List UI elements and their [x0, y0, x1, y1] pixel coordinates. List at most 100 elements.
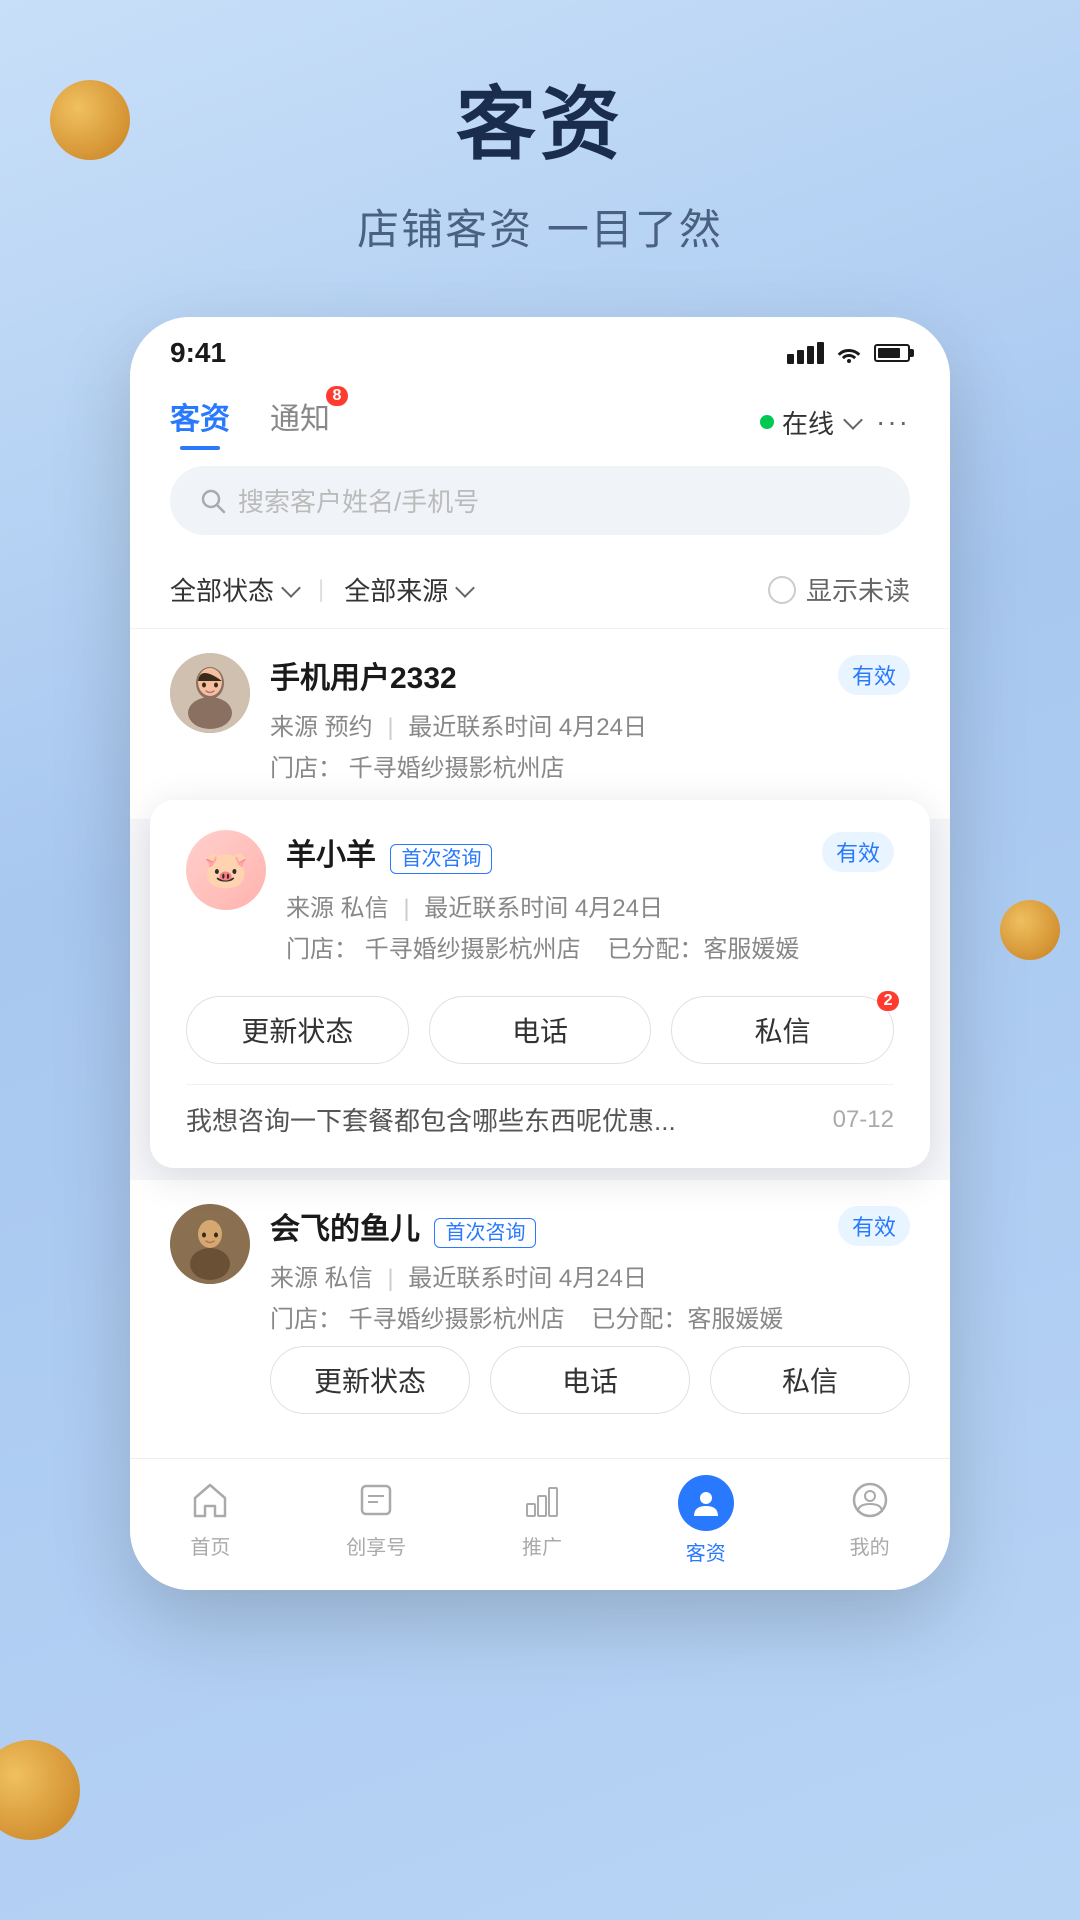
- card-store: 门店： 千寻婚纱摄影杭州店 已分配：客服媛媛: [270, 1299, 910, 1334]
- status-badge: 有效: [838, 655, 910, 695]
- status-badge: 有效: [822, 832, 894, 872]
- wifi-icon: [836, 343, 862, 363]
- card-meta: 来源 预约 | 最近联系时间 4月24日: [270, 707, 910, 742]
- card-meta: 来源 私信 | 最近联系时间 4月24日: [270, 1258, 910, 1293]
- nav-create-label: 创享号: [346, 1531, 406, 1560]
- online-label: 在线: [782, 404, 834, 441]
- contact-time: 4月24日: [575, 895, 663, 922]
- avatar: 🐷: [186, 830, 266, 910]
- filter-status[interactable]: 全部状态: [170, 571, 298, 608]
- source-value: 私信: [325, 1265, 373, 1292]
- search-area: 搜索客户姓名/手机号: [130, 450, 950, 555]
- message-badge: 2: [877, 991, 899, 1011]
- chart-icon: [517, 1475, 567, 1525]
- nav-mine[interactable]: 我的: [845, 1475, 895, 1566]
- filter-bar: 全部状态 | 全部来源 显示未读: [130, 555, 950, 629]
- contact-time: 4月24日: [559, 714, 647, 741]
- signal-icon: [787, 342, 824, 364]
- tab-area: 客资 通知 8: [170, 394, 330, 450]
- last-message-text: 我想咨询一下套餐都包含哪些东西呢优惠...: [186, 1101, 813, 1138]
- tab-notice[interactable]: 通知 8: [270, 394, 330, 450]
- app-header: 客资 通知 8 在线 ···: [130, 379, 950, 450]
- status-badge: 有效: [838, 1206, 910, 1246]
- unread-filter[interactable]: 显示未读: [768, 571, 910, 608]
- card-meta: 来源 私信 | 最近联系时间 4月24日: [286, 888, 894, 923]
- featured-card[interactable]: 🐷 羊小羊 首次咨询 有效 来源 私信 | 最近联系时间 4月24日: [150, 800, 930, 1168]
- nav-promote[interactable]: 推广: [517, 1475, 567, 1566]
- home-icon: [185, 1475, 235, 1525]
- name-area: 会飞的鱼儿 首次咨询: [270, 1204, 536, 1248]
- source-label: 来源: [270, 714, 318, 741]
- card-content: 会飞的鱼儿 首次咨询 有效 来源 私信 | 最近联系时间 4月24日 门店： 千…: [270, 1204, 910, 1434]
- name-area: 羊小羊 首次咨询: [286, 830, 492, 874]
- more-button[interactable]: ···: [876, 406, 910, 438]
- message-button[interactable]: 私信 2: [671, 996, 894, 1064]
- chevron-down-icon: [281, 578, 301, 598]
- store-name: 千寻婚纱摄影杭州店: [349, 1306, 565, 1333]
- unread-toggle[interactable]: [768, 576, 796, 604]
- card-top-row: 手机用户2332 有效: [270, 653, 910, 697]
- action-buttons: 更新状态 电话 私信 2: [186, 996, 894, 1064]
- customer-name: 手机用户2332: [270, 662, 457, 695]
- message-button[interactable]: 私信: [710, 1346, 910, 1414]
- status-time: 9:41: [170, 337, 226, 369]
- assigned: 客服媛媛: [687, 1306, 783, 1333]
- filter-divider: |: [318, 576, 324, 604]
- action-buttons: 更新状态 电话 私信: [270, 1346, 910, 1414]
- header-actions: 在线 ···: [760, 404, 910, 441]
- phone-mockup: 9:41 客资 通知: [130, 317, 950, 1590]
- nav-create[interactable]: 创享号: [346, 1475, 406, 1566]
- battery-icon: [874, 344, 910, 362]
- source-value: 预约: [325, 714, 373, 741]
- last-message-time: 07-12: [833, 1106, 894, 1134]
- nav-mine-label: 我的: [850, 1531, 890, 1560]
- phone-button[interactable]: 电话: [429, 996, 652, 1064]
- last-message-row: 我想咨询一下套餐都包含哪些东西呢优惠... 07-12: [186, 1084, 894, 1148]
- edit-icon: [351, 1475, 401, 1525]
- nav-kezi-label: 客资: [686, 1537, 726, 1566]
- tab-kezi[interactable]: 客资: [170, 394, 230, 450]
- nav-home-label: 首页: [190, 1531, 230, 1560]
- search-icon: [200, 488, 226, 514]
- customer-name: 会飞的鱼儿: [270, 1213, 420, 1246]
- card-top-row: 会飞的鱼儿 首次咨询 有效: [270, 1204, 910, 1248]
- card-content: 手机用户2332 有效 来源 预约 | 最近联系时间 4月24日 门店： 千寻婚…: [270, 653, 910, 795]
- chevron-down-icon: [843, 410, 863, 430]
- update-status-button[interactable]: 更新状态: [270, 1346, 470, 1414]
- table-row[interactable]: 手机用户2332 有效 来源 预约 | 最近联系时间 4月24日 门店： 千寻婚…: [130, 629, 950, 820]
- customer-name: 羊小羊: [286, 839, 376, 872]
- filter-source[interactable]: 全部来源: [344, 571, 472, 608]
- name-area: 手机用户2332: [270, 653, 457, 697]
- table-row[interactable]: 会飞的鱼儿 首次咨询 有效 来源 私信 | 最近联系时间 4月24日 门店： 千…: [130, 1180, 950, 1458]
- online-dot: [760, 415, 774, 429]
- page-header: 客资 店铺客资 一目了然: [0, 0, 1080, 297]
- card-store: 门店： 千寻婚纱摄影杭州店: [270, 748, 910, 783]
- avatar: [170, 1204, 250, 1284]
- store-name: 千寻婚纱摄影杭州店: [365, 936, 581, 963]
- first-consult-tag: 首次咨询: [434, 1218, 536, 1248]
- avatar-image: [170, 653, 250, 733]
- chevron-down-icon: [455, 578, 475, 598]
- person-icon: [678, 1475, 734, 1531]
- search-bar[interactable]: 搜索客户姓名/手机号: [170, 466, 910, 535]
- page-title: 客资: [0, 60, 1080, 176]
- source-value: 私信: [341, 895, 389, 922]
- user-circle-icon: [845, 1475, 895, 1525]
- nav-kezi[interactable]: 客资: [678, 1475, 734, 1566]
- notice-badge: 8: [326, 386, 348, 406]
- nav-home[interactable]: 首页: [185, 1475, 235, 1566]
- card-content: 羊小羊 首次咨询 有效 来源 私信 | 最近联系时间 4月24日 门店： 千寻婚…: [286, 830, 894, 976]
- status-bar: 9:41: [130, 317, 950, 379]
- decorative-orb-bottom-left: [0, 1740, 80, 1840]
- phone-button[interactable]: 电话: [490, 1346, 690, 1414]
- avatar: [170, 653, 250, 733]
- store-name: 千寻婚纱摄影杭州店: [349, 755, 565, 782]
- first-consult-tag: 首次咨询: [390, 844, 492, 874]
- contact-label: 最近联系时间: [408, 714, 552, 741]
- decorative-orb-right: [1000, 900, 1060, 960]
- nav-promote-label: 推广: [522, 1531, 562, 1560]
- unread-label: 显示未读: [806, 571, 910, 608]
- online-status[interactable]: 在线: [760, 404, 860, 441]
- update-status-button[interactable]: 更新状态: [186, 996, 409, 1064]
- search-placeholder: 搜索客户姓名/手机号: [238, 482, 479, 519]
